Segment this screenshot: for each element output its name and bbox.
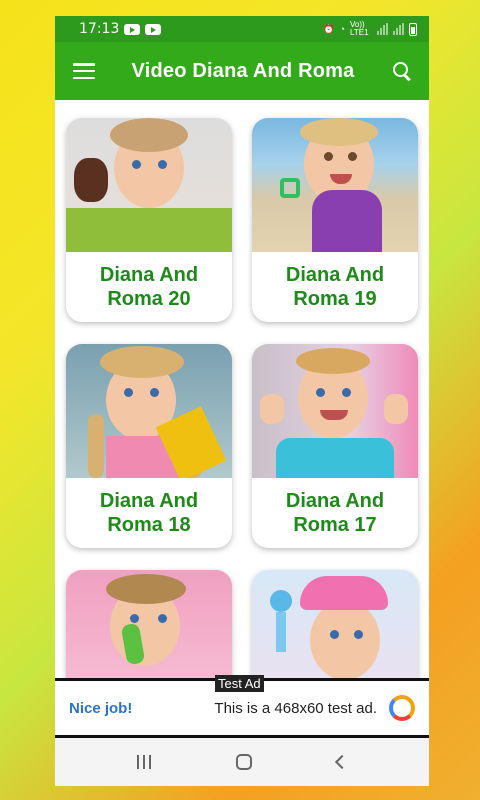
wifi-icon: ◔: [339, 24, 345, 34]
video-card[interactable]: Diana And Roma 20: [66, 118, 232, 322]
home-icon[interactable]: [235, 754, 252, 770]
signal-icon: [393, 23, 404, 35]
recent-apps-icon[interactable]: [137, 755, 152, 769]
system-nav-bar: [55, 738, 429, 786]
video-thumbnail: [252, 344, 418, 478]
youtube-icon: [145, 23, 162, 35]
video-title: Diana And Roma 19: [285, 264, 385, 310]
video-title: Diana And Roma 20: [99, 264, 199, 310]
video-title: Diana And Roma 17: [285, 490, 385, 536]
back-icon[interactable]: [334, 754, 349, 770]
video-thumbnail: [66, 118, 232, 252]
video-card[interactable]: Diana And Roma 17: [252, 344, 418, 548]
video-thumbnail: [66, 344, 232, 478]
ad-banner[interactable]: Test Ad Nice job! This is a 468x60 test …: [55, 675, 429, 738]
battery-icon: [409, 22, 417, 36]
status-icons: ⏰ ◔ Vo)) LTE1: [323, 21, 417, 37]
signal-icon: [377, 23, 388, 35]
alarm-icon: ⏰: [323, 23, 335, 34]
adchoices-icon[interactable]: [389, 695, 415, 721]
youtube-icon: [124, 23, 141, 35]
search-icon[interactable]: [391, 60, 413, 82]
ad-nice-text: Nice job!: [69, 699, 133, 717]
app-bar: Video Diana And Roma: [55, 42, 429, 100]
status-time: 17:13: [79, 21, 120, 37]
video-grid: Diana And Roma 20 Diana And Roma 19 Dian…: [55, 100, 429, 774]
ad-tag: Test Ad: [215, 675, 264, 692]
network-label: Vo)) LTE1: [350, 20, 369, 37]
video-card[interactable]: Diana And Roma 18: [66, 344, 232, 548]
ad-text: This is a 468x60 test ad.: [214, 699, 377, 717]
status-bar: 17:13 ⏰ ◔ Vo)) LTE1: [55, 16, 429, 42]
video-title: Diana And Roma 18: [99, 490, 199, 536]
app-title: Video Diana And Roma: [131, 59, 355, 82]
hamburger-menu-icon[interactable]: [73, 63, 95, 79]
phone-screen: 17:13 ⏰ ◔ Vo)) LTE1 Video Diana And Roma: [55, 16, 429, 786]
video-thumbnail: [252, 118, 418, 252]
video-card[interactable]: Diana And Roma 19: [252, 118, 418, 322]
